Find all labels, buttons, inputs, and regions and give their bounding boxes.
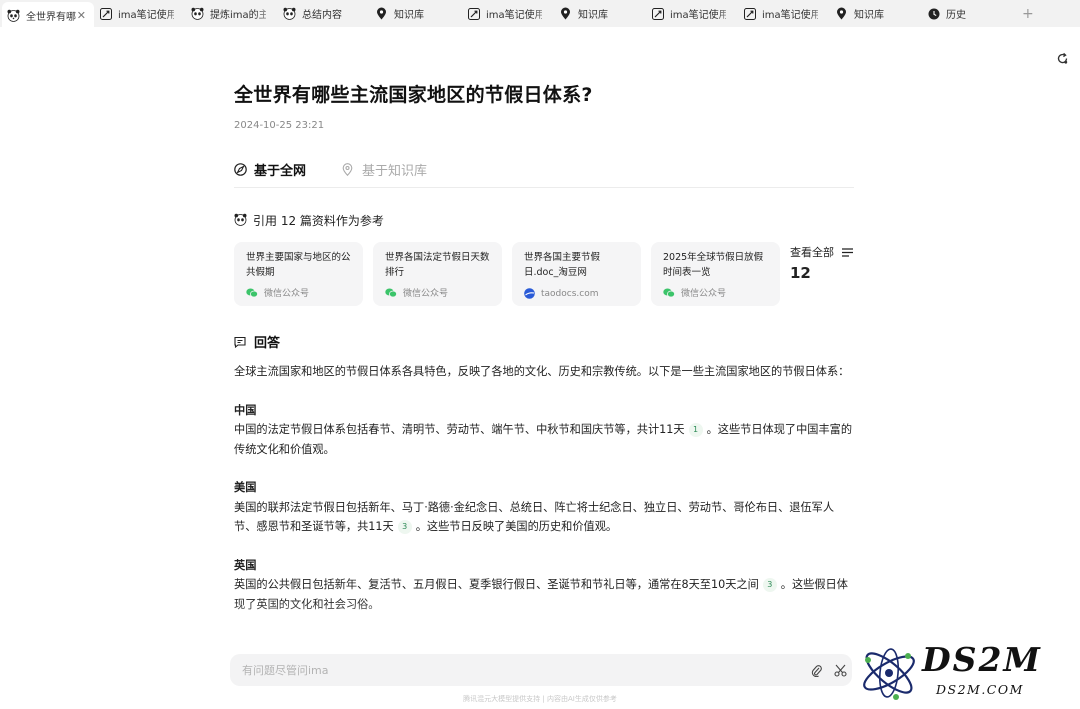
ima-note-icon bbox=[99, 7, 112, 20]
taodocs-icon bbox=[524, 288, 535, 299]
tab-label: 总结内容 bbox=[302, 10, 342, 21]
tab-web-label: 基于全网 bbox=[254, 163, 307, 179]
close-icon[interactable]: ✕ bbox=[77, 9, 86, 22]
answer-body: 全球主流国家和地区的节假日体系各具特色，反映了各地的文化、历史和宗教传统。以下是… bbox=[234, 362, 854, 614]
reference-card[interactable]: 世界主要国家与地区的公共假期 微信公众号 bbox=[234, 242, 363, 306]
reference-title: 世界主要国家与地区的公共假期 bbox=[246, 252, 351, 278]
reference-title: 世界各国法定节假日天数排行 bbox=[385, 252, 490, 278]
new-tab-button[interactable]: + bbox=[1022, 6, 1034, 22]
tab-ima-note[interactable]: ima笔记使用 bbox=[646, 1, 738, 26]
web-compass-icon bbox=[234, 162, 248, 176]
watermark-logo: DS2M DS2M.COM bbox=[856, 638, 1076, 706]
tab-ima-note[interactable]: ima笔记使用 bbox=[738, 1, 830, 26]
reference-count: 12 bbox=[790, 264, 811, 282]
answer-section: 美国 美国的联邦法定节假日包括新年、马丁·路德·金纪念日、总统日、阵亡将士纪念日… bbox=[234, 478, 854, 537]
panda-icon bbox=[7, 9, 20, 22]
section-text: 英国的公共假日包括新年、复活节、五月假日、夏季银行假日、圣诞节和节礼日等，通常在… bbox=[234, 578, 759, 591]
panda-icon bbox=[283, 7, 296, 20]
tab-web[interactable]: 基于全网 bbox=[234, 158, 306, 180]
tab-label: 全世界有哪 bbox=[26, 11, 76, 23]
refresh-icon[interactable] bbox=[1052, 48, 1072, 68]
reference-source: taodocs.com bbox=[541, 288, 599, 299]
tab-label: 历史 bbox=[946, 10, 966, 21]
knowledge-pin-icon bbox=[835, 7, 848, 20]
section-heading: 中国 bbox=[234, 403, 257, 417]
answer-intro: 全球主流国家和地区的节假日体系各具特色，反映了各地的文化、历史和宗教传统。以下是… bbox=[234, 365, 850, 378]
ima-note-icon bbox=[651, 7, 664, 20]
citation-badge[interactable]: 3 bbox=[397, 520, 412, 534]
tab-ima-note[interactable]: ima笔记使用 bbox=[462, 1, 554, 26]
section-heading: 美国 bbox=[234, 481, 257, 494]
reference-source: 微信公众号 bbox=[264, 289, 310, 299]
reference-title: 2025年全球节假日放假时间表一览 bbox=[663, 252, 764, 278]
tab-knowledge-base-scope[interactable]: 基于知识库 bbox=[342, 158, 427, 180]
tab-label: 知识库 bbox=[394, 10, 424, 21]
tab-refine[interactable]: 提炼ima的主 bbox=[186, 1, 278, 26]
tab-knowledge-base[interactable]: 知识库 bbox=[830, 2, 922, 26]
tab-ima-note[interactable]: ima笔记使用 bbox=[94, 1, 186, 26]
answer-section: 中国 中国的法定节假日体系包括春节、清明节、劳动节、端午节、中秋节和国庆节等，共… bbox=[234, 401, 854, 460]
tab-label: 知识库 bbox=[854, 10, 884, 21]
attachment-icon[interactable] bbox=[804, 658, 828, 682]
citation-badge[interactable]: 1 bbox=[688, 423, 703, 437]
reference-title: 世界各国主要节假日.doc_淘豆网 bbox=[524, 252, 601, 278]
tab-knowledge-base[interactable]: 知识库 bbox=[370, 2, 462, 26]
answer-heading-text: 回答 bbox=[254, 336, 281, 351]
tab-history[interactable]: 历史 bbox=[922, 2, 1014, 26]
browser-tab-bar: 全世界有哪 ✕ ima笔记使用 提炼ima的主 总结内容 知识库 ima笔记使用… bbox=[0, 0, 1080, 29]
ask-input[interactable] bbox=[242, 663, 804, 677]
reference-source: 微信公众号 bbox=[681, 289, 727, 299]
section-text: 中国的法定节假日体系包括春节、清明节、劳动节、端午节、中秋节和国庆节等，共计11… bbox=[234, 423, 685, 436]
reference-source: 微信公众号 bbox=[403, 289, 449, 299]
panda-icon bbox=[191, 7, 204, 20]
wechat-icon bbox=[663, 288, 675, 298]
references-heading-text: 引用 12 篇资料作为参考 bbox=[253, 214, 384, 228]
answer-heading: 回答 bbox=[234, 332, 280, 351]
references-heading: 引用 12 篇资料作为参考 bbox=[234, 212, 384, 229]
section-heading: 英国 bbox=[234, 558, 257, 572]
view-all-label: 查看全部 bbox=[790, 246, 834, 259]
tab-knowledge-base-label: 基于知识库 bbox=[362, 163, 428, 179]
history-clock-icon bbox=[927, 7, 940, 20]
tab-summary[interactable]: 总结内容 bbox=[278, 2, 370, 26]
watermark-text: DS2M bbox=[922, 640, 1042, 679]
knowledge-pin-icon bbox=[375, 7, 388, 20]
ima-note-icon bbox=[467, 7, 480, 20]
section-text: 。这些节日反映了美国的历史和价值观。 bbox=[415, 520, 618, 533]
atom-logo-icon bbox=[863, 648, 915, 700]
tab-knowledge-base[interactable]: 知识库 bbox=[554, 2, 646, 26]
wechat-icon bbox=[246, 288, 258, 298]
reference-card[interactable]: 2025年全球节假日放假时间表一览 微信公众号 bbox=[651, 242, 780, 306]
knowledge-pin-icon bbox=[559, 7, 572, 20]
reference-card[interactable]: 世界各国主要节假日.doc_淘豆网 taodocs.com bbox=[512, 242, 641, 306]
watermark-url: DS2M.COM bbox=[936, 682, 1024, 697]
question-date: 2024-10-25 23:21 bbox=[234, 120, 325, 131]
ask-bar bbox=[230, 654, 852, 686]
view-all-references-button[interactable]: 查看全部 12 bbox=[790, 244, 860, 282]
location-pin-icon bbox=[342, 162, 356, 176]
tab-label: 知识库 bbox=[578, 10, 608, 21]
tab-question[interactable]: 全世界有哪 ✕ bbox=[2, 1, 94, 29]
ima-note-icon bbox=[743, 7, 756, 20]
wechat-icon bbox=[385, 288, 397, 298]
citation-badge[interactable]: 3 bbox=[762, 578, 777, 592]
page-title: 全世界有哪些主流国家地区的节假日体系? bbox=[234, 84, 593, 106]
search-scope-tabs: 基于全网 基于知识库 bbox=[234, 158, 854, 188]
list-icon bbox=[842, 247, 853, 257]
reference-cards: 世界主要国家与地区的公共假期 微信公众号 世界各国法定节假日天数排行 微信公众号… bbox=[234, 242, 790, 306]
reference-card[interactable]: 世界各国法定节假日天数排行 微信公众号 bbox=[373, 242, 502, 306]
answer-chat-icon bbox=[234, 336, 246, 348]
panda-icon bbox=[234, 213, 247, 229]
scissors-icon[interactable] bbox=[828, 658, 852, 682]
